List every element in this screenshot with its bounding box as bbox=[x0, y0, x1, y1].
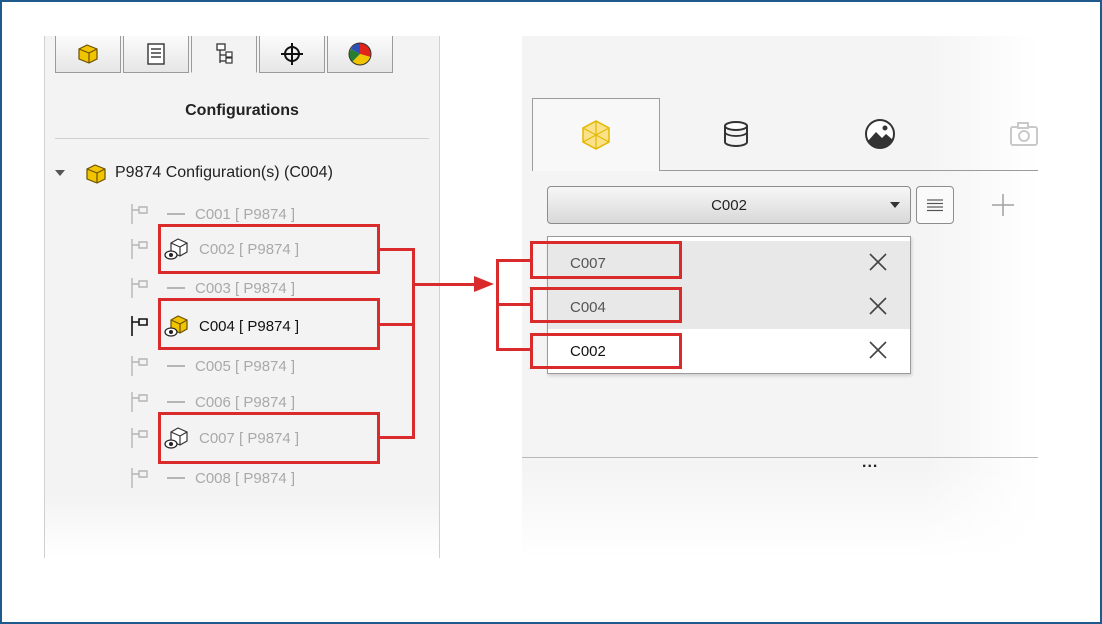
title-divider bbox=[55, 138, 429, 139]
tab-display-manager[interactable] bbox=[327, 36, 393, 73]
config-connector-icon bbox=[131, 468, 148, 488]
config-connector-icon bbox=[131, 392, 148, 412]
scene-icon bbox=[865, 119, 895, 149]
property-list-icon bbox=[147, 43, 165, 65]
callout-bracket bbox=[496, 348, 532, 351]
callout-bracket bbox=[496, 303, 532, 306]
part-icon bbox=[78, 44, 98, 64]
config-connector-icon bbox=[131, 278, 148, 298]
close-icon[interactable] bbox=[866, 250, 890, 274]
callout-arrow-shaft bbox=[414, 283, 476, 286]
fade-overlay bbox=[522, 466, 1038, 558]
no-display-dash bbox=[167, 365, 185, 367]
callout-line bbox=[380, 323, 414, 326]
callout-line bbox=[412, 248, 415, 439]
no-display-dash bbox=[167, 401, 185, 403]
configuration-manager-panel: Configurations P9874 Configuration(s) (C… bbox=[44, 36, 440, 558]
model-cube-icon bbox=[582, 120, 610, 150]
tab-scene[interactable] bbox=[816, 98, 944, 170]
tab-model[interactable] bbox=[532, 98, 660, 171]
no-display-dash bbox=[167, 213, 185, 215]
color-wheel-icon bbox=[348, 42, 372, 66]
chevron-down-icon[interactable] bbox=[890, 202, 900, 208]
highlight-box-c004 bbox=[158, 298, 380, 350]
config-row-c005[interactable]: C005 [ P9874 ] bbox=[129, 354, 295, 378]
config-row-c001[interactable]: C001 [ P9874 ] bbox=[129, 202, 295, 226]
tree-root[interactable]: P9874 Configuration(s) (C004) bbox=[55, 160, 333, 186]
config-label: C005 [ P9874 ] bbox=[195, 357, 296, 375]
config-label: C003 [ P9874 ] bbox=[195, 279, 296, 297]
no-display-dash bbox=[167, 287, 185, 289]
config-connector-icon bbox=[131, 204, 148, 224]
config-label: C008 [ P9874 ] bbox=[195, 469, 296, 487]
config-label: C001 [ P9874 ] bbox=[195, 205, 296, 223]
close-icon[interactable] bbox=[866, 294, 890, 318]
list-icon bbox=[927, 199, 943, 212]
expand-caret-icon[interactable] bbox=[55, 170, 65, 176]
callout-line bbox=[380, 436, 414, 439]
config-connector-icon bbox=[131, 428, 148, 448]
panel-title: Configurations bbox=[185, 102, 299, 119]
configuration-tree-icon bbox=[216, 43, 233, 64]
close-icon[interactable] bbox=[866, 338, 890, 362]
tab-property-manager[interactable] bbox=[123, 36, 189, 73]
add-configuration-button[interactable] bbox=[988, 186, 1018, 224]
highlight-box-c002 bbox=[158, 224, 380, 274]
tree-root-label: P9874 Configuration(s) (C004) bbox=[115, 164, 333, 181]
pane-divider bbox=[522, 457, 1038, 458]
part-icon bbox=[86, 164, 106, 184]
config-row-c008[interactable]: C008 [ P9874 ] bbox=[129, 466, 295, 490]
tab-camera[interactable] bbox=[960, 98, 1088, 170]
config-row-c003[interactable]: C003 [ P9874 ] bbox=[129, 276, 295, 300]
pane-tab-bar bbox=[532, 98, 1038, 171]
no-display-dash bbox=[167, 477, 185, 479]
config-connector-icon bbox=[131, 239, 148, 259]
callout-line bbox=[380, 248, 414, 251]
callout-arrowhead bbox=[474, 276, 494, 292]
highlight-box-dropdown-c002 bbox=[530, 333, 682, 369]
plus-icon bbox=[992, 194, 1014, 216]
tab-configuration-manager[interactable] bbox=[191, 36, 257, 73]
tab-feature-manager[interactable] bbox=[55, 36, 121, 73]
highlight-box-c007 bbox=[158, 412, 380, 464]
config-row-c006[interactable]: C006 [ P9874 ] bbox=[129, 390, 295, 414]
configuration-dropdown[interactable]: C002 bbox=[547, 186, 911, 224]
tab-dimxpert-manager[interactable] bbox=[259, 36, 325, 73]
config-connector-icon bbox=[131, 356, 148, 376]
appearance-can-icon bbox=[724, 121, 748, 147]
config-connector-icon bbox=[131, 316, 148, 336]
crosshair-icon bbox=[281, 43, 303, 65]
highlight-box-dropdown-c004 bbox=[530, 287, 682, 323]
camera-icon bbox=[1010, 122, 1038, 146]
panel-tab-bar bbox=[55, 36, 395, 74]
highlight-box-dropdown-c007 bbox=[530, 241, 682, 279]
list-button[interactable] bbox=[916, 186, 954, 224]
tab-appearance[interactable] bbox=[672, 98, 800, 170]
configuration-dropdown-value: C002 bbox=[711, 196, 747, 214]
callout-bracket bbox=[496, 259, 532, 262]
config-label: C006 [ P9874 ] bbox=[195, 393, 296, 411]
